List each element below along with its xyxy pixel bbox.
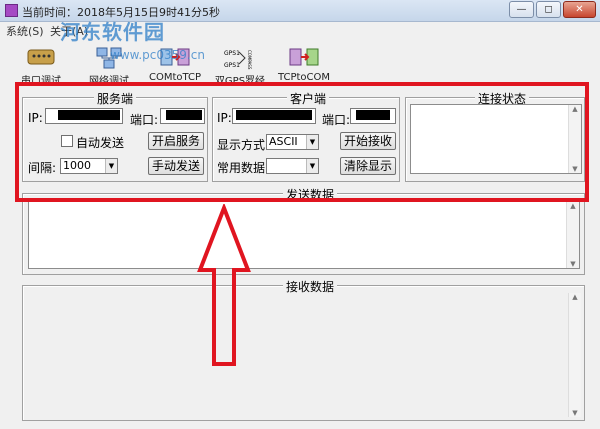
watermark-url: www.pc0359.cn	[110, 48, 205, 62]
receive-group	[22, 285, 585, 421]
minimize-button[interactable]: —	[509, 1, 534, 18]
toolbar-serial-debug[interactable]: 串口调试	[12, 42, 68, 87]
gps-compass-icon: GPS1 GPS1 COMPASS	[224, 50, 252, 70]
receive-group-title: 接收数据	[283, 278, 338, 295]
scroll-down-icon[interactable]: ▼	[567, 260, 579, 268]
gps-icon-text: COMPASS	[247, 50, 252, 70]
close-button[interactable]: ✕	[563, 1, 596, 18]
send-textarea[interactable]: ▲ ▼	[28, 201, 580, 269]
annotation-highlight-box	[15, 82, 589, 202]
toolbar-tcp-to-com[interactable]: TCPtoCOM	[275, 42, 331, 86]
gps-icon-text: GPS1	[224, 50, 240, 57]
vertical-scrollbar[interactable]: ▲ ▼	[566, 202, 579, 268]
menu-system[interactable]: 系统(S)	[6, 23, 44, 39]
annotation-arrow-up-icon	[197, 204, 251, 366]
maximize-button[interactable]: ◻	[536, 1, 561, 18]
tcp-to-com-icon	[289, 48, 319, 66]
app-icon	[5, 4, 18, 17]
serial-port-icon	[27, 49, 55, 65]
vertical-scrollbar[interactable]: ▲ ▼	[568, 293, 581, 417]
toolbar-dual-gps[interactable]: GPS1 GPS1 COMPASS 双GPS罗经	[209, 42, 269, 87]
scroll-up-icon[interactable]: ▲	[569, 293, 581, 301]
gps-icon-text: GPS1	[224, 62, 240, 69]
scroll-up-icon[interactable]: ▲	[567, 202, 579, 210]
scroll-down-icon[interactable]: ▼	[569, 409, 581, 417]
watermark-logo: 河东软件园	[60, 20, 165, 44]
